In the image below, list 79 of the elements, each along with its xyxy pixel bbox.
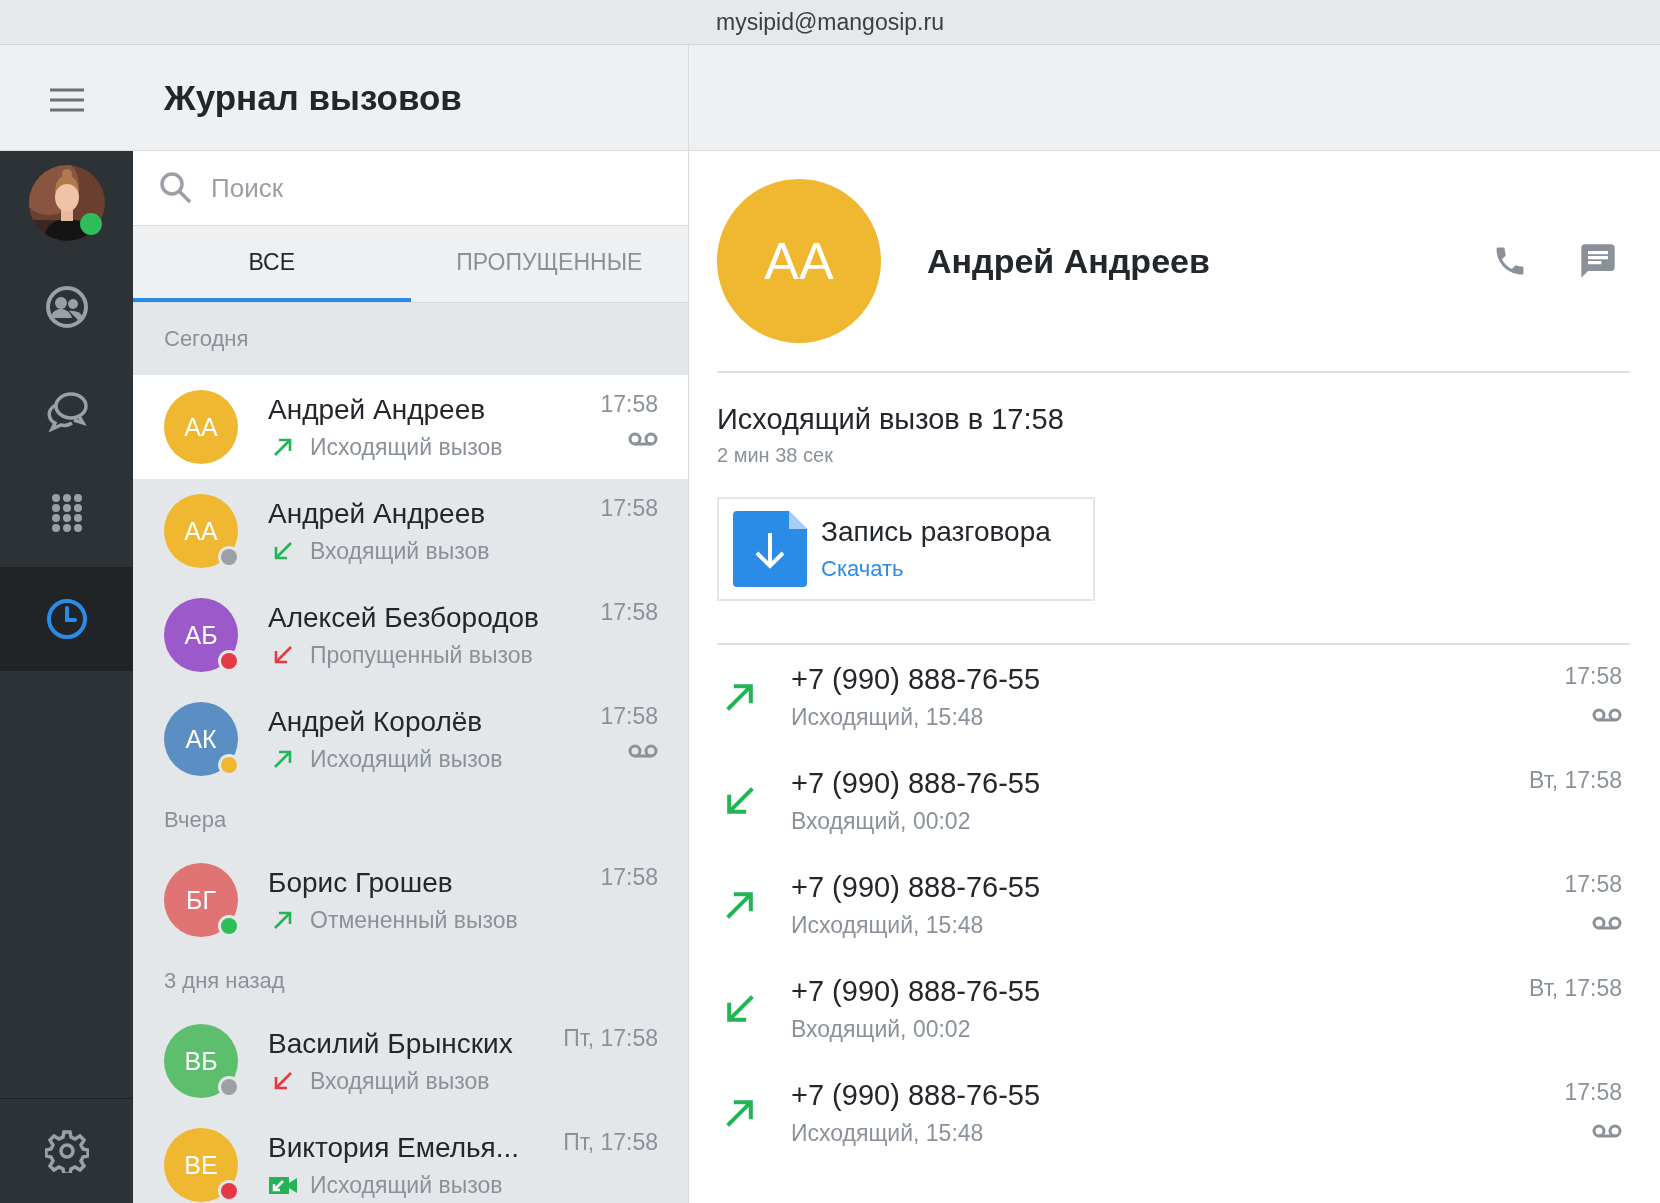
- incoming-arrow-icon: [272, 644, 294, 666]
- contact-name: Андрей Королёв: [268, 705, 484, 738]
- download-file-icon[interactable]: [733, 511, 807, 587]
- avatar: АА: [717, 179, 881, 343]
- contact-name: Андрей Андреев: [268, 497, 487, 530]
- avatar: ВБ: [164, 1024, 238, 1098]
- contacts-icon[interactable]: [44, 285, 89, 329]
- avatar: АА: [164, 390, 238, 464]
- call-details: Исходящий, 15:48: [791, 1120, 985, 1147]
- clock-icon[interactable]: [45, 598, 88, 640]
- call-time: Пт, 17:58: [563, 1025, 658, 1052]
- tab[interactable]: ВСЕ: [133, 226, 411, 302]
- call-history-row[interactable]: +7 (990) 888-76-55 Входящий, 00:02 Вт, 17:58: [717, 957, 1630, 1061]
- call-status: Исходящий вызов: [310, 745, 503, 773]
- call-row[interactable]: АА Андрей Андреев Исходящий вызов 17:58: [133, 375, 688, 479]
- avatar: АК: [164, 702, 238, 776]
- page-title: Журнал вызовов: [164, 77, 462, 118]
- call-time: 17:58: [600, 703, 658, 730]
- search-icon: [159, 171, 193, 205]
- contact-name: Алексей Безбородов: [268, 601, 540, 634]
- phone-number: +7 (990) 888-76-55: [791, 1079, 1042, 1112]
- call-history-row[interactable]: +7 (990) 888-76-55 Входящий, 00:02 Вт, 17:58: [717, 749, 1630, 853]
- call-row[interactable]: АК Андрей Королёв Исходящий вызов 17:58: [133, 687, 688, 791]
- call-time: 17:58: [600, 495, 658, 522]
- phone-number: +7 (990) 888-76-55: [791, 663, 1042, 696]
- call-status: Отмененный вызов: [310, 906, 518, 934]
- call-row[interactable]: БГ Борис Грошев Отмененный вызов 17:58: [133, 848, 688, 952]
- avatar: БГ: [164, 863, 238, 937]
- call-row[interactable]: АБ Алексей Безбородов Пропущенный вызов 17:58: [133, 583, 688, 687]
- call-time: Вт, 17:58: [1529, 767, 1622, 794]
- avatar: АА: [164, 494, 238, 568]
- call-status: Исходящий вызов: [310, 1171, 503, 1199]
- sidebar-item[interactable]: [0, 567, 133, 671]
- call-status: Пропущенный вызов: [310, 641, 533, 669]
- contact-name: Василий Брынских: [268, 1027, 514, 1060]
- call-duration: 2 мин 38 сек: [717, 444, 834, 467]
- section-heading: 3 дня назад: [164, 967, 285, 994]
- menu-icon[interactable]: [49, 87, 84, 112]
- window-title: mysipid@mangosip.ru: [716, 8, 944, 36]
- call-row[interactable]: ВБ Василий Брынских Входящий вызов Пт, 17:58: [133, 1009, 688, 1113]
- incoming-arrow-icon: [272, 1070, 294, 1092]
- contact-name: Андрей Андреев: [268, 393, 487, 426]
- call-row[interactable]: АА Андрей Андреев Входящий вызов 17:58: [133, 479, 688, 583]
- call-details: Входящий, 00:02: [791, 1016, 972, 1043]
- contact-name: Борис Грошев: [268, 866, 454, 899]
- outgoing-arrow-icon: [272, 748, 294, 770]
- section-heading: Сегодня: [164, 326, 249, 352]
- call-status: Входящий вызов: [310, 1067, 490, 1095]
- call-status: Входящий вызов: [310, 537, 490, 565]
- incoming-arrow-icon: [272, 540, 294, 562]
- call-time: 17:58: [1564, 871, 1622, 898]
- call-time: 17:58: [600, 864, 658, 891]
- call-status: Исходящий вызов: [310, 433, 503, 461]
- call-time: 17:58: [1564, 663, 1622, 690]
- phone-number: +7 (990) 888-76-55: [791, 975, 1042, 1008]
- call-time: 17:58: [600, 391, 658, 418]
- section-heading: Вчера: [164, 806, 227, 833]
- call-details: Исходящий, 15:48: [791, 704, 985, 731]
- call-time: Пт, 17:58: [563, 1129, 658, 1156]
- phone-number: +7 (990) 888-76-55: [791, 871, 1042, 904]
- avatar: ВЕ: [164, 1128, 238, 1202]
- chat-bubbles-icon[interactable]: [44, 390, 89, 432]
- contact-name: Виктория Емелья...: [268, 1131, 521, 1164]
- recording-title: Запись разговора: [821, 516, 1051, 548]
- outgoing-arrow-icon: [272, 436, 294, 458]
- search-field[interactable]: Поиск: [133, 151, 688, 225]
- outgoing-arrow-icon: [272, 909, 294, 931]
- video-call-icon: [268, 1174, 298, 1196]
- call-time: 17:58: [600, 599, 658, 626]
- contact-name: Андрей Андреев: [927, 241, 1211, 281]
- avatar: АБ: [164, 598, 238, 672]
- call-details: Исходящий, 15:48: [791, 912, 985, 939]
- call-details: Входящий, 00:02: [791, 808, 972, 835]
- call-time: 17:58: [1564, 1079, 1622, 1106]
- phone-number: +7 (990) 888-76-55: [791, 767, 1042, 800]
- call-time: Вт, 17:58: [1529, 975, 1622, 1002]
- call-summary: Исходящий вызов в 17:58: [717, 403, 1065, 436]
- settings-icon[interactable]: [44, 1129, 89, 1173]
- call-row[interactable]: ВЕ Виктория Емелья... Исходящий вызов Пт, 17:58: [133, 1113, 688, 1203]
